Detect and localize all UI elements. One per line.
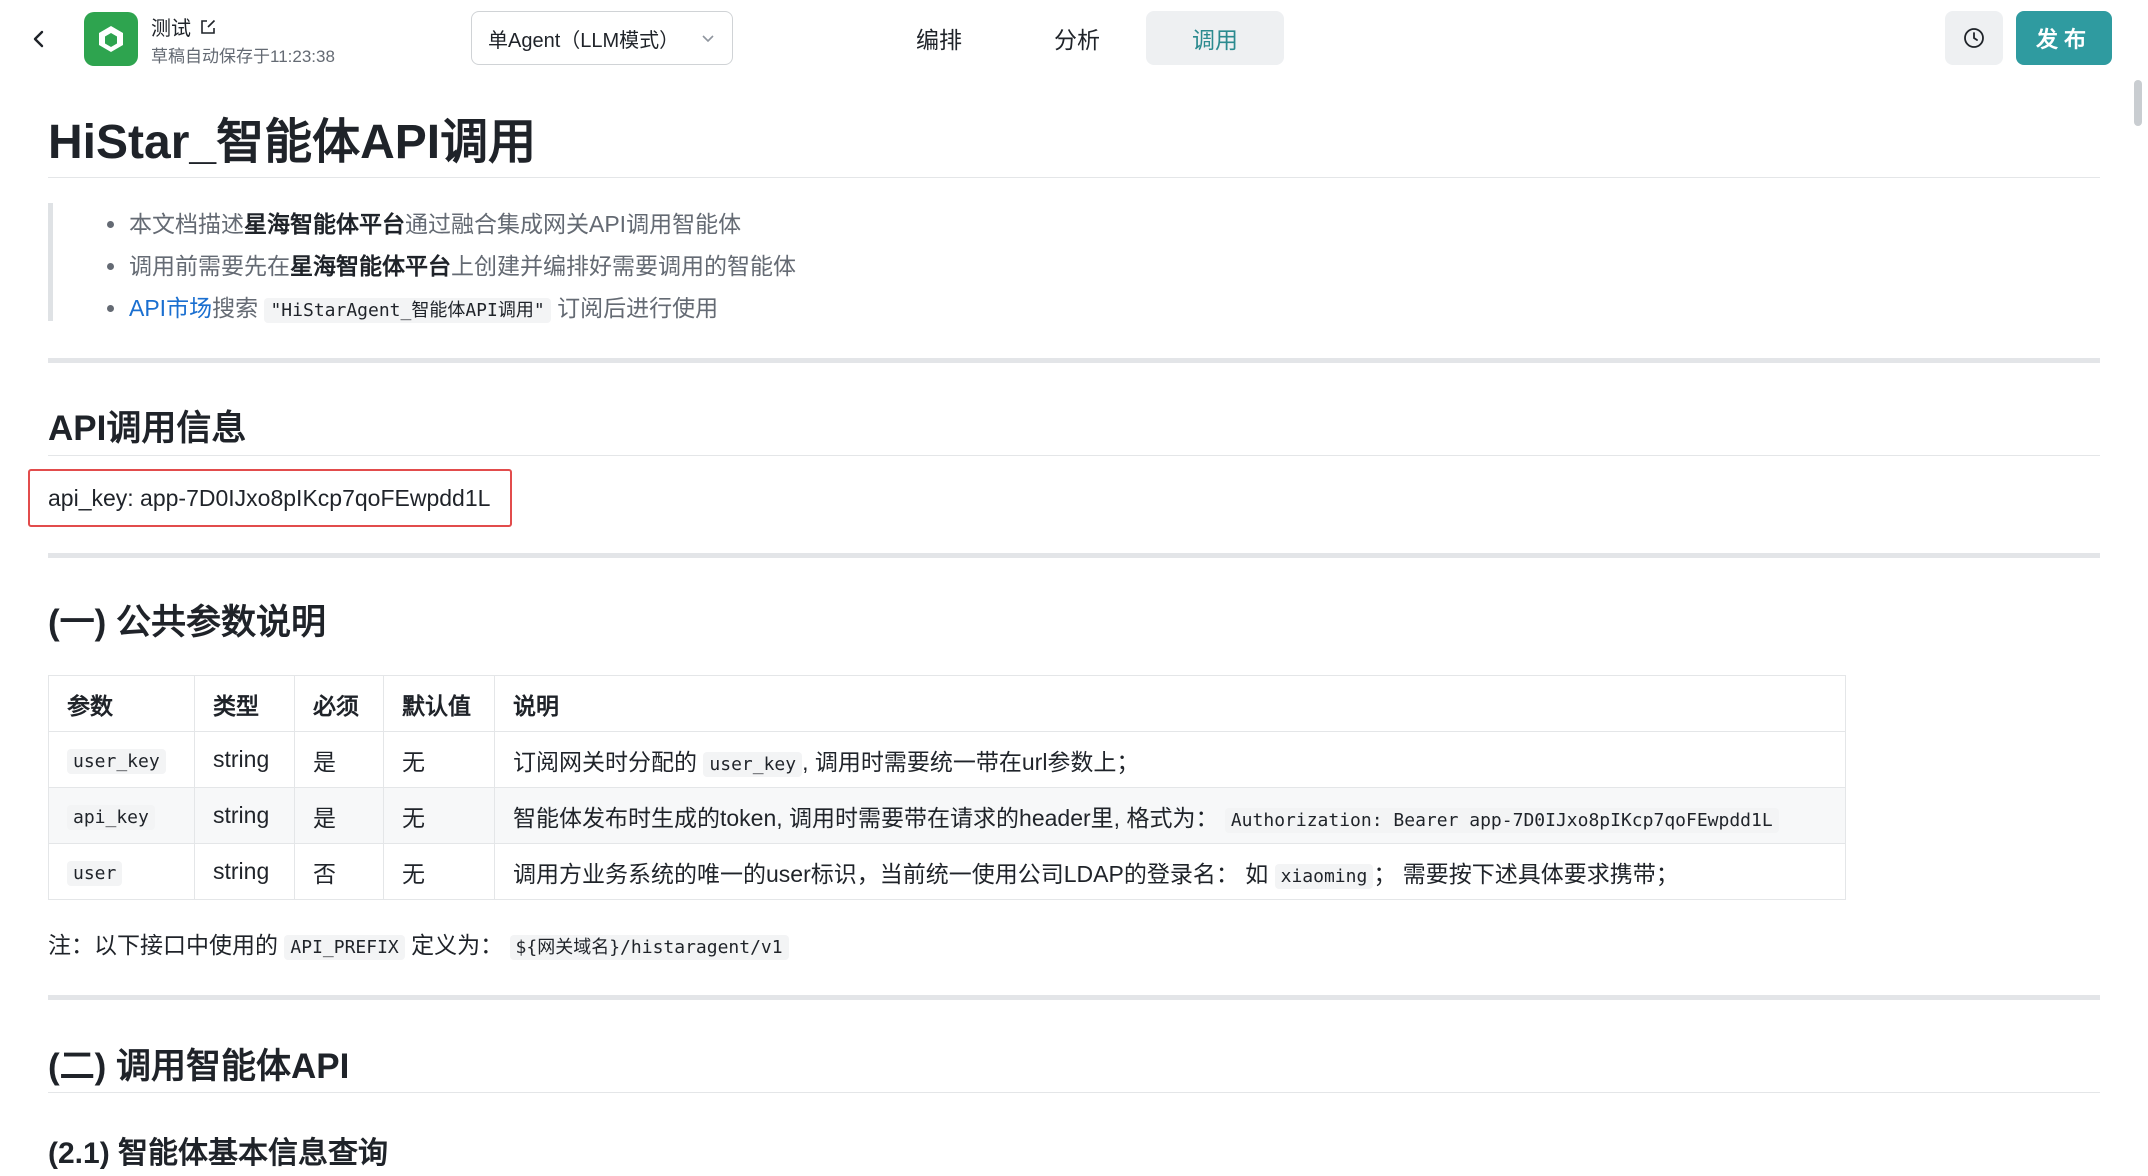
invoke-agent-heading: (二) 调用智能体API	[48, 1047, 350, 1086]
column-header: 类型	[194, 675, 295, 732]
desc-text: , 调用时需要统一带在url参数上；	[802, 748, 1140, 775]
divider	[48, 177, 2100, 178]
scrollbar[interactable]	[2134, 80, 2142, 1170]
intro-text: 搜索	[212, 295, 259, 321]
param-name: api_key	[67, 805, 155, 830]
nav-tabs: 编排 分析 调用	[870, 11, 1284, 65]
param-name: user_key	[67, 749, 166, 774]
desc-text: 订阅网关时分配的	[513, 748, 697, 775]
api-document: HiStar_智能体API调用 本文档描述星海智能体平台通过融合集成网关API调…	[28, 78, 2100, 1176]
table-header-row: 参数 类型 必须 默认值 说明	[48, 675, 1846, 732]
cube-logo-icon	[99, 26, 123, 52]
table-row: api_key string 是 无 智能体发布时生成的token, 调用时需要…	[48, 787, 1846, 844]
top-bar: 测试 草稿自动保存于11:23:38 单Agent（LLM模式） 编排 分析 调…	[0, 0, 2148, 78]
agent-info-query-heading: (2.1) 智能体基本信息查询	[48, 1137, 389, 1170]
tab-analysis[interactable]: 分析	[1008, 11, 1146, 65]
param-type-cell: string	[194, 731, 295, 788]
table-row: user string 否 无 调用方业务系统的唯一的user标识，当前统一使用…	[48, 843, 1846, 900]
param-name-cell: api_key	[48, 787, 195, 844]
param-name-cell: user	[48, 843, 195, 900]
page-title: HiStar_智能体API调用	[48, 116, 537, 169]
intro-text: 通过融合集成网关API调用智能体	[405, 211, 742, 237]
note-text: 定义为：	[411, 932, 504, 958]
param-required-cell: 否	[294, 843, 384, 900]
inline-code: xiaoming	[1274, 863, 1374, 889]
app-name: 测试	[151, 12, 217, 41]
inline-code: user_key	[703, 751, 803, 777]
public-params-heading: (一) 公共参数说明	[48, 603, 327, 642]
list-item: 调用前需要先在星海智能体平台上创建并编排好需要调用的智能体	[107, 245, 948, 287]
intro-text: 调用前需要先在	[129, 253, 290, 279]
tab-orchestrate[interactable]: 编排	[870, 11, 1008, 65]
column-header: 参数	[48, 675, 195, 732]
param-desc-cell: 订阅网关时分配的 user_key, 调用时需要统一带在url参数上；	[494, 731, 1846, 788]
column-header: 默认值	[383, 675, 495, 732]
desc-text: ； 需要按下述具体要求携带；	[1373, 860, 1679, 887]
platform-name: 星海智能体平台	[244, 211, 405, 237]
table-row: user_key string 是 无 订阅网关时分配的 user_key, 调…	[48, 731, 1846, 788]
clock-icon	[1964, 28, 1984, 48]
divider	[48, 455, 2100, 456]
agent-mode-value: 单Agent（LLM模式）	[488, 29, 680, 52]
section-divider	[48, 553, 2100, 558]
desc-text: 智能体发布时生成的token, 调用时需要带在请求的header里, 格式为：	[513, 804, 1219, 831]
agent-mode-select[interactable]: 单Agent（LLM模式）	[471, 11, 733, 65]
inline-code: ${网关域名}/histaragent/v1	[509, 935, 789, 960]
param-desc-cell: 调用方业务系统的唯一的user标识，当前统一使用公司LDAP的登录名： 如 xi…	[494, 843, 1846, 900]
list-item: API市场搜索 "HiStarAgent_智能体API调用" 订阅后进行使用	[107, 287, 948, 329]
intro-blockquote: 本文档描述星海智能体平台通过融合集成网关API调用智能体 调用前需要先在星海智能…	[48, 203, 948, 323]
note-text: 注：以下接口中使用的	[48, 932, 278, 958]
publish-button[interactable]: 发布	[2016, 11, 2112, 65]
param-name: user	[67, 861, 123, 886]
inline-code: API_PREFIX	[284, 935, 405, 960]
edit-icon	[201, 19, 216, 34]
chevron-left-icon	[33, 30, 44, 48]
param-default-cell: 无	[383, 731, 495, 788]
app-name-text: 测试	[151, 18, 191, 40]
intro-list: 本文档描述星海智能体平台通过融合集成网关API调用智能体 调用前需要先在星海智能…	[53, 203, 948, 329]
back-button[interactable]	[22, 22, 56, 56]
tab-invoke[interactable]: 调用	[1146, 11, 1284, 65]
section-divider	[48, 995, 2100, 1000]
inline-code: "HiStarAgent_智能体API调用"	[264, 298, 551, 323]
list-item: 本文档描述星海智能体平台通过融合集成网关API调用智能体	[107, 203, 948, 245]
intro-text: 订阅后进行使用	[557, 295, 719, 321]
intro-text: 上创建并编排好需要调用的智能体	[451, 253, 796, 279]
desc-text: 调用方业务系统的唯一的user标识，当前统一使用公司LDAP的登录名： 如	[513, 860, 1269, 887]
history-button[interactable]	[1945, 11, 2003, 65]
app-logo	[84, 12, 138, 66]
column-header: 说明	[494, 675, 1846, 732]
param-required-cell: 是	[294, 787, 384, 844]
param-default-cell: 无	[383, 843, 495, 900]
chevron-down-icon	[702, 35, 714, 43]
api-info-heading: API调用信息	[48, 409, 247, 448]
save-status: 草稿自动保存于11:23:38	[151, 47, 335, 66]
api-market-link[interactable]: API市场	[129, 295, 212, 321]
divider	[48, 1092, 2100, 1093]
scrollbar-thumb[interactable]	[2134, 80, 2142, 126]
platform-name: 星海智能体平台	[290, 253, 451, 279]
param-required-cell: 是	[294, 731, 384, 788]
edit-name-button[interactable]	[199, 18, 217, 36]
api-key-display: api_key: app-7D0IJxo8pIKcp7qoFEwpdd1L	[28, 469, 512, 527]
param-type-cell: string	[194, 787, 295, 844]
param-desc-cell: 智能体发布时生成的token, 调用时需要带在请求的header里, 格式为： …	[494, 787, 1846, 844]
section-divider	[48, 358, 2100, 363]
param-name-cell: user_key	[48, 731, 195, 788]
inline-code: Authorization: Bearer app-7D0IJxo8pIKcp7…	[1224, 807, 1779, 833]
param-default-cell: 无	[383, 787, 495, 844]
param-type-cell: string	[194, 843, 295, 900]
column-header: 必须	[294, 675, 384, 732]
api-prefix-note: 注：以下接口中使用的 API_PREFIX 定义为： ${网关域名}/hista…	[48, 926, 789, 960]
params-table: 参数 类型 必须 默认值 说明 user_key string 是 无 订阅网关…	[48, 675, 1846, 900]
intro-text: 本文档描述	[129, 211, 244, 237]
